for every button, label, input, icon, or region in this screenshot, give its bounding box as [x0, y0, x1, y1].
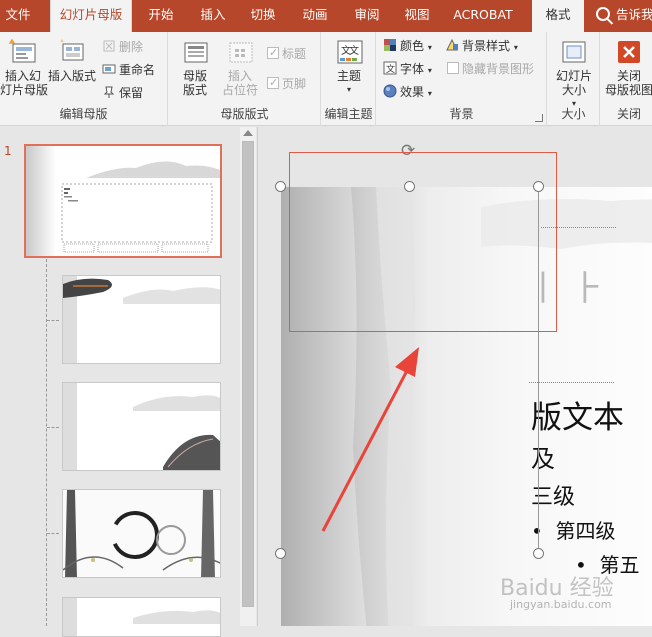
tab-home[interactable]: 开始 — [140, 0, 182, 32]
hide-background-graphics-checkbox[interactable]: 隐藏背景图形 — [447, 60, 534, 78]
svg-text:文: 文 — [386, 63, 395, 75]
effects-icon — [383, 84, 397, 98]
insert-placeholder-button[interactable]: 插入 占位符 — [217, 38, 263, 97]
theme-icon: 文 文 — [337, 40, 363, 64]
rename-button[interactable]: 重命名 — [102, 61, 155, 79]
background-dialog-launcher-icon[interactable] — [535, 114, 543, 122]
slide-master-thumbnail-art — [26, 146, 220, 256]
slide-size-icon — [562, 41, 586, 63]
placeholder-border — [529, 382, 614, 383]
resize-handle-middle-right[interactable] — [533, 548, 544, 559]
thumbnail-tree-branch — [47, 320, 59, 321]
group-background: 颜色 ▾ 文字体 ▾ 效果 ▾ 背景样式 ▾ 隐藏背景图形 背景 — [377, 32, 547, 126]
group-close: 关闭 母版视图 关闭 — [601, 32, 652, 126]
theme-dropdown-icon: ▾ — [346, 85, 351, 94]
group-label-edit-theme: 编辑主题 — [324, 107, 373, 121]
colors-dropdown-icon: ▾ — [427, 43, 432, 52]
tab-animations[interactable]: 动画 — [294, 0, 336, 32]
title-check-icon — [267, 44, 279, 62]
layout-4-thumbnail-art — [63, 598, 220, 636]
tab-insert[interactable]: 插入 — [192, 0, 234, 32]
footer-check-icon — [267, 74, 279, 92]
preserve-button[interactable]: 保留 — [102, 84, 143, 102]
group-label-background: 背景 — [449, 107, 474, 121]
group-label-size: 大小 — [561, 107, 586, 121]
master-layout-button[interactable]: 母版 版式 — [173, 38, 217, 97]
layout-2-thumbnail-art — [63, 383, 220, 470]
tab-file[interactable]: 文件 — [0, 0, 36, 32]
tab-transitions[interactable]: 切换 — [242, 0, 284, 32]
master-layout-icon — [184, 42, 208, 63]
thumbnail-tree-line — [46, 259, 47, 626]
background-styles-button[interactable]: 背景样式 ▾ — [445, 37, 518, 55]
thumbnail-layout-3[interactable] — [62, 489, 221, 578]
themes-button[interactable]: 文 文 主题 ▾ — [326, 38, 372, 97]
fonts-button[interactable]: 文字体 ▾ — [383, 60, 432, 78]
insert-slide-master-button[interactable]: 插入幻 灯片母版 — [0, 38, 48, 97]
group-edit-theme: 文 文 主题 ▾ 编辑主题 — [322, 32, 376, 126]
thumbnail-scrollbar[interactable] — [240, 127, 256, 626]
slide-number: 1 — [4, 144, 12, 158]
scroll-up-arrow-icon[interactable] — [243, 130, 253, 136]
resize-handle-middle-left[interactable] — [275, 548, 286, 559]
master-text-level-4[interactable]: • 第四级 — [531, 515, 616, 544]
insert-layout-button[interactable]: 插入版式 — [46, 38, 98, 83]
slide-thumbnail-panel: 1 — [0, 127, 258, 637]
layout-1-thumbnail-art — [63, 276, 220, 363]
group-size: 幻灯片 大小 ▾ 大小 — [548, 32, 600, 126]
close-icon — [618, 41, 640, 63]
tab-format[interactable]: 格式 — [532, 0, 584, 32]
thumbnail-layout-2[interactable] — [62, 382, 221, 471]
delete-icon — [103, 40, 115, 52]
effects-button[interactable]: 效果 ▾ — [383, 83, 432, 101]
hide-bg-check-icon — [447, 62, 459, 74]
thumbnail-layout-1[interactable] — [62, 275, 221, 364]
tab-acrobat[interactable]: ACROBAT — [450, 0, 516, 32]
pin-icon — [103, 86, 115, 98]
group-edit-master: 插入幻 灯片母版 插入版式 删除 重命名 保留 编辑母版 — [0, 32, 168, 126]
group-master-layout: 母版 版式 插入 占位符 标题 页脚 母版版式 — [169, 32, 321, 126]
svg-text:文: 文 — [349, 44, 359, 57]
resize-handle-top-left[interactable] — [275, 181, 286, 192]
thumbnail-tree-branch — [47, 427, 59, 428]
background-styles-icon — [446, 38, 458, 51]
ribbon-tab-bar: 文件 幻灯片母版 开始 插入 切换 动画 审阅 视图 ACROBAT 格式 告诉… — [0, 0, 652, 32]
layout-3-thumbnail-art — [63, 490, 220, 577]
slide-editing-canvas: 版文本 及 三级 • 第四级 • 第五 丨 ⺊ ⟳ — [259, 127, 652, 626]
footer-checkbox[interactable]: 页脚 — [267, 74, 306, 93]
insert-slide-master-icon — [8, 38, 36, 63]
ribbon: 插入幻 灯片母版 插入版式 删除 重命名 保留 编辑母版 母版 版式 插入 占位… — [0, 32, 652, 126]
tell-me-search[interactable]: 告诉我 — [596, 0, 652, 32]
group-label-edit-master: 编辑母版 — [59, 107, 108, 121]
group-label-master-layout: 母版版式 — [220, 107, 269, 121]
rename-icon — [102, 64, 116, 74]
scrollbar-thumb[interactable] — [242, 141, 254, 607]
baidu-watermark-url: jingyan.baidu.com — [510, 598, 612, 611]
bg-styles-dropdown-icon: ▾ — [513, 43, 518, 52]
title-checkbox[interactable]: 标题 — [267, 44, 306, 63]
tab-review[interactable]: 审阅 — [346, 0, 388, 32]
insert-layout-icon — [60, 39, 84, 61]
annotation-highlight-box — [289, 152, 557, 332]
fonts-dropdown-icon: ▾ — [427, 66, 432, 75]
close-master-view-button[interactable]: 关闭 母版视图 — [601, 38, 652, 97]
tab-slide-master[interactable]: 幻灯片母版 — [50, 0, 132, 32]
thumbnail-slide-master[interactable] — [24, 144, 222, 258]
slide-size-button[interactable]: 幻灯片 大小 ▾ — [550, 38, 598, 111]
master-text-level-1[interactable]: 版文本 — [531, 392, 624, 437]
thumbnail-tree-branch — [47, 533, 59, 534]
fonts-icon: 文 — [383, 61, 397, 75]
colors-button[interactable]: 颜色 ▾ — [383, 37, 432, 55]
thumbnail-layout-4[interactable] — [62, 597, 221, 637]
search-icon — [596, 7, 610, 21]
delete-button[interactable]: 删除 — [102, 38, 143, 56]
group-label-close: 关闭 — [616, 107, 641, 121]
colors-icon — [384, 39, 396, 51]
effects-dropdown-icon: ▾ — [427, 89, 432, 98]
tab-view[interactable]: 视图 — [396, 0, 438, 32]
insert-placeholder-icon — [229, 42, 253, 63]
